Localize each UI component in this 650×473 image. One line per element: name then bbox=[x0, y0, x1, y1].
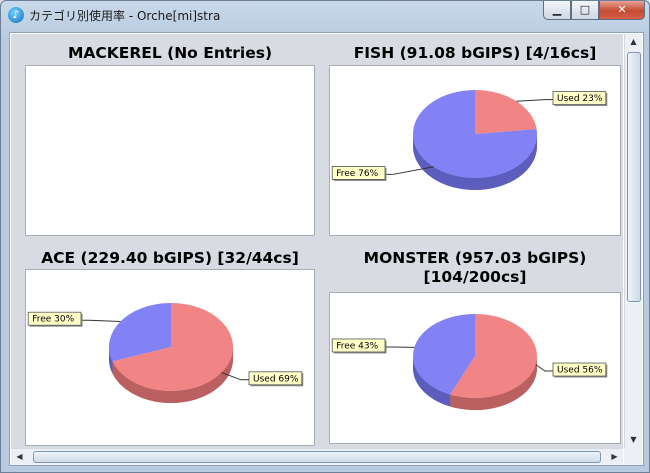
slice-label-free: Free 43% bbox=[336, 341, 378, 351]
slice-label-free: Free 76% bbox=[336, 169, 378, 179]
horizontal-scrollbar[interactable]: ◀ ▶ bbox=[11, 448, 623, 465]
slice-label-used: Used 69% bbox=[253, 374, 299, 384]
scroll-corner bbox=[624, 448, 642, 465]
scroll-up-arrow-icon[interactable]: ▲ bbox=[625, 34, 642, 50]
maximize-button[interactable]: □ bbox=[571, 1, 599, 20]
note-icon: ♪ bbox=[8, 7, 24, 23]
horizontal-scroll-thumb[interactable] bbox=[33, 451, 601, 463]
slice-label-used: Used 23% bbox=[557, 94, 603, 104]
chart-box-mackerel bbox=[25, 65, 315, 236]
scroll-right-arrow-icon[interactable]: ▶ bbox=[606, 449, 623, 465]
app-window: ♪ カテゴリ別使用率 - Orche[mi]stra ▁ □ ✕ MACKERE… bbox=[0, 0, 650, 473]
title-bar[interactable]: ♪ カテゴリ別使用率 - Orche[mi]stra ▁ □ ✕ bbox=[1, 1, 649, 29]
vertical-scrollbar[interactable]: ▲ ▼ bbox=[624, 34, 642, 448]
pie-chart-monster: Used 56% Free 43% bbox=[331, 314, 608, 410]
charts-grid: MACKEREL (No Entries) FISH (91.08 bGIPS)… bbox=[11, 34, 623, 448]
window-title: カテゴリ別使用率 - Orche[mi]stra bbox=[29, 9, 221, 23]
panel-title-monster-line1: MONSTER (957.03 bGIPS) bbox=[363, 249, 587, 267]
slice-label-used: Used 56% bbox=[557, 366, 603, 376]
chart-box-ace: Used 69% Free 30% bbox=[25, 269, 315, 446]
minimize-button[interactable]: ▁ bbox=[543, 1, 571, 20]
chart-box-fish: Used 23% Free 76% bbox=[329, 65, 621, 236]
panel-title-monster-line2: [104/200cs] bbox=[423, 268, 527, 286]
vertical-scroll-thumb[interactable] bbox=[627, 52, 641, 302]
label-leader-line bbox=[516, 99, 553, 102]
scroll-down-arrow-icon[interactable]: ▼ bbox=[625, 432, 642, 448]
client-area: MACKEREL (No Entries) FISH (91.08 bGIPS)… bbox=[9, 32, 644, 466]
chart-box-monster: Used 56% Free 43% bbox=[329, 292, 621, 444]
label-leader-line bbox=[81, 319, 121, 322]
label-leader-line bbox=[535, 364, 553, 372]
close-button[interactable]: ✕ bbox=[599, 1, 645, 20]
scroll-left-arrow-icon[interactable]: ◀ bbox=[11, 449, 28, 465]
pie-slice-used bbox=[475, 90, 537, 134]
panel-title-ace: ACE (229.40 bGIPS) [32/44cs] bbox=[41, 249, 299, 267]
panel-title-mackerel: MACKEREL (No Entries) bbox=[67, 44, 273, 62]
pie-chart-fish: Used 23% Free 76% bbox=[331, 90, 608, 190]
slice-label-free: Free 30% bbox=[32, 315, 74, 325]
panel-title-monster: MONSTER (957.03 bGIPS) [104/200cs] bbox=[329, 249, 621, 287]
caption-buttons: ▁ □ ✕ bbox=[543, 1, 645, 21]
pie-chart-ace: Used 69% Free 30% bbox=[27, 303, 304, 403]
panel-title-fish: FISH (91.08 bGIPS) [4/16cs] bbox=[353, 44, 597, 62]
